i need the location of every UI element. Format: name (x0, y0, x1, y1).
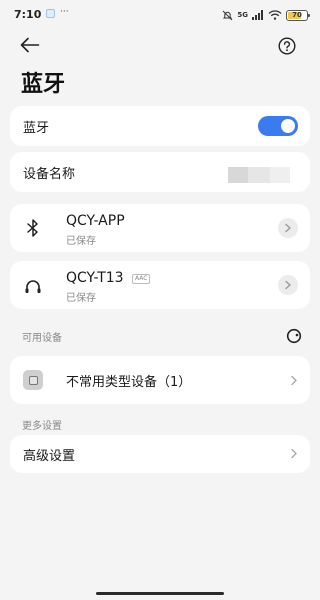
help-button[interactable] (276, 35, 298, 57)
battery-cap (308, 13, 310, 17)
app-notification-icon (46, 9, 55, 18)
bluetooth-toggle-label: 蓝牙 (23, 121, 50, 136)
alarm-muted-icon (223, 10, 233, 20)
advanced-settings-row[interactable]: 高级设置 (10, 435, 310, 473)
status-bar: 7:10 ··· 5G 70 (0, 0, 320, 30)
chevron-right-icon (285, 280, 291, 290)
redacted-block (248, 167, 270, 183)
more-settings-heading: 更多设置 (22, 421, 62, 432)
chevron-right-icon (291, 375, 297, 386)
chevron-right-icon (291, 448, 297, 459)
device-details-button[interactable] (278, 275, 298, 295)
more-notifications-icon: ··· (60, 7, 69, 17)
status-icons: 5G 70 (222, 8, 310, 22)
redacted-block (228, 167, 248, 183)
wifi-icon (268, 10, 282, 20)
back-button[interactable] (18, 34, 42, 56)
device-details-button[interactable] (278, 218, 298, 238)
question-circle-icon (278, 37, 296, 55)
battery-icon: 70 (286, 9, 310, 21)
arrow-left-icon (20, 37, 40, 53)
bluetooth-icon (22, 217, 44, 239)
scanning-spinner-icon (286, 328, 302, 344)
unusual-devices-row[interactable]: 不常用类型设备（1） (10, 356, 310, 404)
home-indicator[interactable] (96, 592, 224, 595)
network-type-label: 5G (237, 10, 248, 19)
device-name-label: 设备名称 (23, 167, 76, 182)
device-name-value-redacted (228, 167, 290, 183)
device-name-row[interactable]: 设备名称 (10, 152, 310, 192)
device-type-icon (23, 370, 43, 390)
redacted-block (270, 167, 290, 183)
battery-percent: 70 (292, 10, 302, 19)
codec-badge: AAC (132, 274, 151, 284)
device-name: QCY-APP (66, 213, 125, 229)
chevron-right-icon (285, 223, 291, 233)
paired-device-qcy-app[interactable]: QCY-APP 已保存 (10, 204, 310, 252)
page-title: 蓝牙 (21, 72, 66, 97)
device-status: 已保存 (66, 236, 96, 247)
bluetooth-toggle-row[interactable]: 蓝牙 (10, 106, 310, 146)
bluetooth-switch[interactable] (258, 116, 298, 136)
switch-knob (281, 119, 295, 133)
device-name: QCY-T13 (66, 270, 124, 286)
signal-icon (252, 10, 263, 20)
headphones-icon (22, 275, 44, 297)
status-time: 7:10 (14, 8, 42, 21)
available-devices-heading: 可用设备 (22, 333, 62, 344)
paired-device-qcy-t13[interactable]: QCY-T13 AAC 已保存 (10, 261, 310, 309)
advanced-settings-label: 高级设置 (23, 449, 76, 464)
unusual-devices-label: 不常用类型设备（1） (66, 375, 192, 390)
device-status: 已保存 (66, 293, 96, 304)
